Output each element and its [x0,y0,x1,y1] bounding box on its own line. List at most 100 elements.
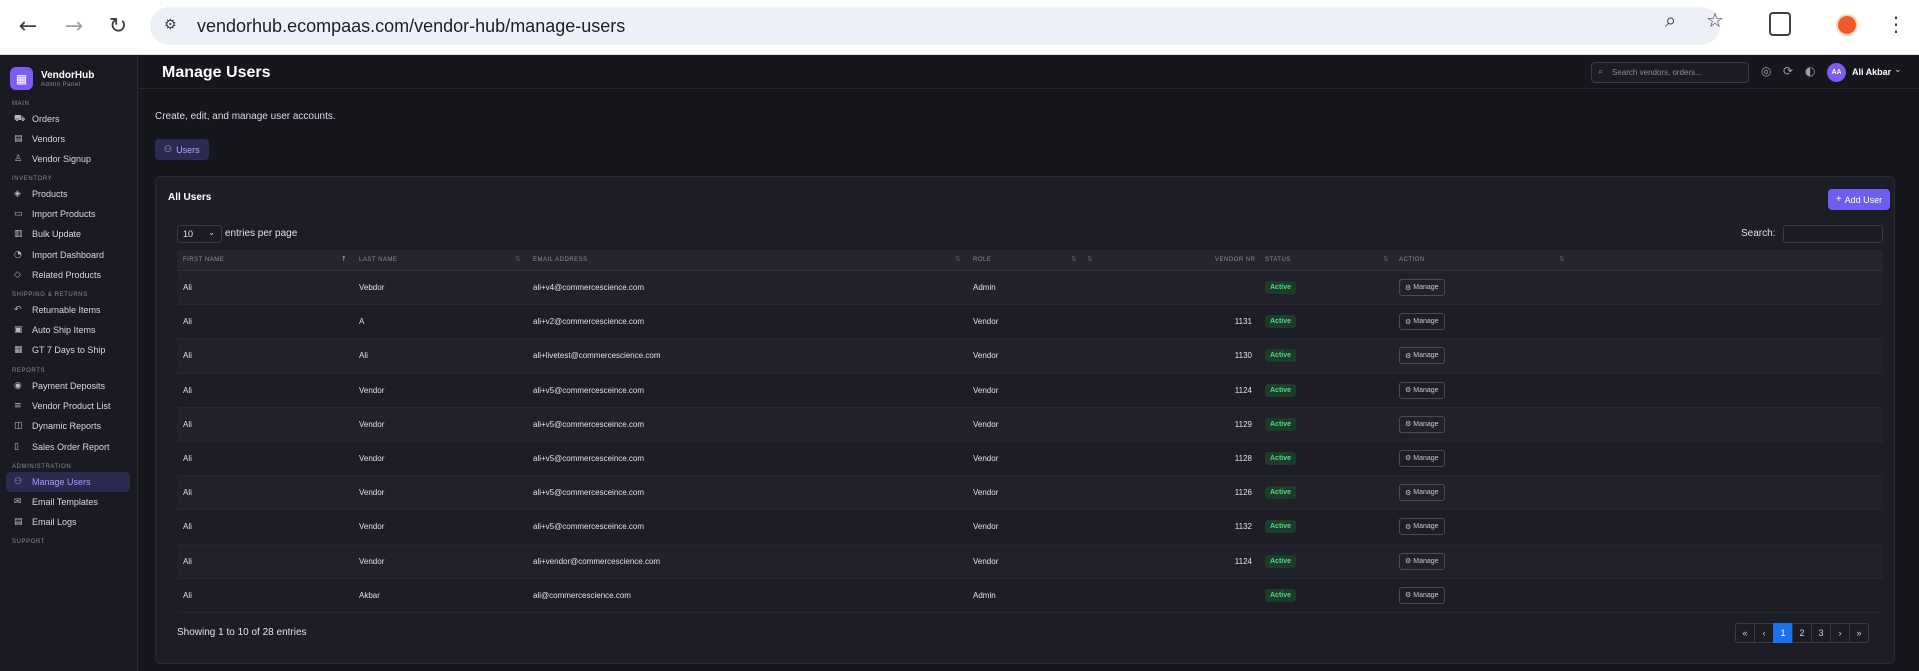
sidebar-item-returnable-items[interactable]: ↶ Returnable Items [6,300,130,320]
sidebar-item-dynamic-reports[interactable]: ◫ Dynamic Reports [6,416,130,436]
status-badge: Active [1265,554,1297,568]
table-row: Ali Vendor ali+v5@commercesceince.com Vendo… [177,476,1883,511]
user-name[interactable]: Ali Akbar [1852,67,1891,77]
manage-button[interactable]: ⚙ Manage [1399,313,1445,331]
status-badge: Active [1265,520,1297,534]
browser-profile-icon[interactable] [1836,14,1858,36]
sort-icon[interactable]: ⇅ [955,255,961,263]
manage-button[interactable]: ⚙ Manage [1399,586,1445,604]
role-cell: Vendor [973,522,999,532]
page-button[interactable]: « [1735,623,1755,643]
column-header-status[interactable]: Status [1265,257,1291,263]
tab-users[interactable]: ⚇ Users [155,139,209,160]
column-header-action[interactable]: Action [1399,257,1425,263]
add-user-button[interactable]: + Add User [1828,189,1890,210]
sidebar-item-import-dashboard[interactable]: ◔ Import Dashboard [6,245,130,265]
chevron-down-icon[interactable]: ⌄ [1894,65,1902,75]
global-search-input[interactable]: ⌕ Search vendors, orders... [1591,62,1749,83]
users-icon: ⚇ [164,144,173,155]
sidebar-item-vendors[interactable]: ▤ Vendors [6,129,130,149]
url-text[interactable]: vendorhub.ecompaas.com/vendor-hub/manage… [197,16,625,37]
sidebar-section-label: Main [12,101,30,107]
manage-button[interactable]: ⚙ Manage [1399,449,1445,467]
last-name-cell: Vendor [359,453,385,463]
sort-icon[interactable]: ⇅ [1087,255,1093,263]
sidebar-item-auto-ship-items[interactable]: ▣ Auto Ship Items [6,320,130,340]
entries-per-page-select[interactable]: 10 ⌄ [177,225,222,243]
page-button[interactable]: » [1849,623,1869,643]
address-bar[interactable]: ⚙ vendorhub.ecompaas.com/vendor-hub/mana… [150,7,1720,45]
sidebar-item-related-products[interactable]: ◇ Related Products [6,265,130,285]
extensions-icon[interactable] [1769,12,1791,36]
page-button[interactable]: 3 [1811,623,1831,643]
theme-icon[interactable]: ◐ [1805,64,1815,78]
sidebar-item-gt-7-days-to-ship[interactable]: ▦ GT 7 Days to Ship [6,340,130,360]
bookmark-star-icon[interactable]: ☆ [1706,8,1724,32]
avatar[interactable]: AA [1827,63,1846,82]
sidebar-item-manage-users[interactable]: ⚇ Manage Users [6,472,130,492]
sidebar-section-label: Reports [12,368,46,374]
browser-menu-icon[interactable]: ⋮ [1886,12,1906,36]
sort-icon[interactable]: ⇅ [1559,255,1565,263]
sort-icon[interactable]: ⇅ [1383,255,1389,263]
refresh-icon[interactable]: ⟳ [1783,64,1793,78]
column-header-first-name[interactable]: First Name [183,257,224,263]
sort-icon[interactable]: ⇅ [515,255,521,263]
undo-icon: ↶ [14,305,22,315]
manage-button[interactable]: ⚙ Manage [1399,415,1445,433]
page-button[interactable]: 1 [1773,623,1793,643]
users-icon: ⚇ [14,477,23,487]
sort-icon[interactable]: ⇅ [1071,255,1077,263]
page-button[interactable]: › [1830,623,1850,643]
help-icon[interactable]: ◎ [1761,64,1771,78]
sidebar-section-label: Inventory [12,176,53,182]
column-header-last-name[interactable]: Last Name [359,257,397,263]
sidebar-item-payment-deposits[interactable]: ◉ Payment Deposits [6,376,130,396]
sidebar-item-import-products[interactable]: ▭ Import Products [6,204,130,224]
file-import-icon: ▭ [14,209,23,220]
manage-label: Manage [1413,454,1439,462]
sidebar-item-sales-order-report[interactable]: ▯ Sales Order Report [6,437,130,457]
sidebar-item-email-logs[interactable]: ▤ Email Logs [6,512,130,532]
store-icon: ▤ [14,134,23,145]
sidebar-item-bulk-update[interactable]: ▥ Bulk Update [6,224,130,244]
sidebar-item-email-templates[interactable]: ✉ Email Templates [6,492,130,512]
sort-icon[interactable]: ↑ [341,255,347,263]
forward-icon[interactable]: → [60,12,88,40]
status-badge: Active [1265,315,1297,329]
manage-button[interactable]: ⚙ Manage [1399,484,1445,502]
sidebar-item-vendor-product-list[interactable]: ≡ Vendor Product List [6,396,130,416]
table-row: Ali Akbar ali@commercescience.com Admin Acti… [177,578,1883,613]
column-header-vendor-nr[interactable]: Vendor Nr [1215,257,1256,263]
table-row: Ali Ali ali+livetest@commercescience.com Ve… [177,339,1883,374]
zoom-icon[interactable]: ⌕ [1665,8,1676,32]
gear-icon: ⚙ [1405,522,1412,531]
sidebar-item-orders[interactable]: ⛟ Orders [6,109,130,129]
manage-button[interactable]: ⚙ Manage [1399,279,1445,296]
table-row: Ali Vebdor ali+v4@commercescience.com Admin… [177,271,1883,306]
sidebar-item-products[interactable]: ◈ Products [6,184,130,204]
email-cell: ali+v5@commercesceince.com [533,453,645,463]
column-header-role[interactable]: Role [973,257,991,263]
site-settings-icon[interactable]: ⚙ [164,17,182,35]
status-badge: Active [1265,383,1297,397]
first-name-cell: Ali [183,317,192,327]
page-button[interactable]: 2 [1792,623,1812,643]
manage-label: Manage [1413,386,1439,394]
reload-icon[interactable]: ↻ [104,12,132,40]
brand[interactable]: ▦ VendorHub Admin Panel [10,67,94,90]
page-button[interactable]: ‹ [1754,623,1774,643]
sidebar-section-label: Administration [12,464,72,470]
column-header-email-address[interactable]: Email Address [533,257,588,263]
table-search-input[interactable] [1783,225,1883,243]
manage-button[interactable]: ⚙ Manage [1399,552,1445,570]
manage-button[interactable]: ⚙ Manage [1399,518,1445,536]
vendor-nr-cell: 1129 [1234,419,1252,429]
sidebar-item-vendor-signup[interactable]: ♙ Vendor Signup [6,149,130,169]
calendar-icon: ▦ [14,345,23,356]
manage-button[interactable]: ⚙ Manage [1399,381,1445,399]
app-header: Manage Users ⌕ Search vendors, orders...… [139,55,1919,89]
back-icon[interactable]: ← [14,12,42,40]
manage-button[interactable]: ⚙ Manage [1399,347,1445,365]
table-row: Ali Vendor ali+v5@commercesceince.com Vendo… [177,441,1883,477]
